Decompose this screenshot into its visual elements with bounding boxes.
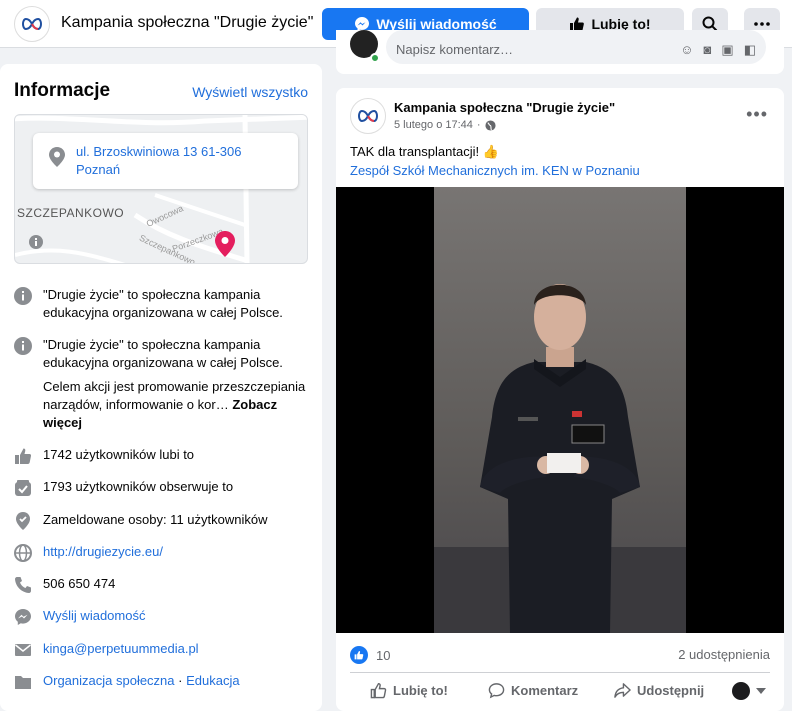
comment-placeholder: Napisz komentarz… — [396, 42, 514, 57]
post-author-name[interactable]: Kampania społeczna "Drugie życie" — [394, 100, 615, 115]
sticker-icon[interactable]: ◧ — [744, 42, 756, 58]
post-card: Kampania społeczna "Drugie życie" 5 lute… — [336, 88, 784, 711]
about-text: "Drugie życie" to społeczna kampania edu… — [43, 287, 283, 320]
video-frame — [434, 187, 686, 633]
see-all-link[interactable]: Wyświetl wszystko — [192, 84, 308, 100]
post-message: TAK dla transplantacji! 👍 — [350, 144, 499, 159]
followers-count: 1793 użytkowników obserwuje to — [43, 479, 234, 494]
thumbs-up-icon — [15, 448, 32, 464]
share-button[interactable]: Udostępnij — [614, 682, 704, 699]
like-post-button[interactable]: Lubię to! — [370, 682, 448, 699]
info-card: Informacje Wyświetl wszystko SZCZEPANKOW… — [0, 64, 322, 711]
email-link[interactable]: kinga@perpetuummedia.pl — [43, 640, 308, 658]
folder-icon — [15, 676, 31, 689]
post-text: TAK dla transplantacji! 👍 Zespół Szkół M… — [350, 142, 640, 180]
location-map[interactable]: SZCZEPANKOWO Owocowa Szczepankowo Porzec… — [14, 114, 308, 264]
page-logo[interactable] — [14, 6, 50, 42]
emoji-icon[interactable]: ☺ — [680, 42, 693, 58]
post-actions: Lubię to! Komentarz Udostępnij — [336, 678, 784, 702]
page-title: Kampania społeczna "Drugie życie" — [61, 14, 314, 31]
like-count: 10 — [376, 647, 391, 663]
thumbs-up-outline-icon — [370, 682, 387, 699]
online-status-dot — [370, 53, 380, 63]
shares-count[interactable]: 2 udostępnienia — [678, 647, 770, 662]
category-link[interactable]: Organizacja społeczna — [43, 673, 175, 688]
comment-icon — [488, 683, 505, 699]
website-link[interactable]: http://drugiezycie.eu/ — [43, 543, 308, 561]
person-illustration — [434, 284, 686, 633]
meta-separator: · — [476, 119, 481, 131]
infinity-logo-icon — [22, 17, 42, 31]
like-reaction-icon — [350, 646, 368, 664]
globe-icon — [14, 544, 32, 562]
post-author-avatar[interactable] — [350, 98, 386, 134]
info-icon — [14, 287, 32, 305]
about-text: "Drugie życie" to społeczna kampania edu… — [43, 337, 283, 370]
post-meta: 5 lutego o 17:44 · — [394, 119, 496, 131]
actions-divider — [350, 672, 770, 673]
comment-composer: Napisz komentarz… ☺ ◙ ▣ ◧ — [336, 30, 784, 74]
map-info-icon — [29, 235, 43, 249]
about-more-text: Celem akcji jest promowanie przeszczepia… — [43, 378, 308, 432]
map-district-label: SZCZEPANKOWO — [17, 206, 125, 220]
post-location-link[interactable]: Zespół Szkół Mechanicznych im. KEN w Poz… — [350, 161, 640, 180]
location-pin-icon — [49, 147, 65, 167]
envelope-icon — [15, 644, 31, 656]
like-post-label: Lubię to! — [393, 683, 448, 698]
chevron-down-icon — [756, 688, 766, 694]
phone-number: 506 650 474 — [43, 576, 116, 591]
category-link[interactable]: Edukacja — [186, 673, 239, 688]
infinity-logo-icon — [358, 109, 378, 123]
checkin-pin-icon — [16, 512, 30, 530]
checkins-count: Zameldowane osoby: 11 użytkowników — [43, 512, 268, 527]
post-video[interactable] — [336, 187, 784, 633]
info-icon — [14, 337, 32, 355]
share-icon — [614, 683, 631, 698]
info-title: Informacje — [14, 80, 111, 101]
camera-icon[interactable]: ◙ — [704, 42, 712, 58]
more-dots-icon — [754, 22, 770, 26]
address-line-1: ul. Brzoskwiniowa 13 61-306 — [76, 144, 242, 159]
comment-tools: ☺ ◙ ▣ ◧ — [680, 42, 756, 58]
globe-icon — [485, 119, 496, 131]
follow-icon — [15, 480, 31, 496]
likes-count: 1742 użytkowników lubi to — [43, 447, 195, 462]
share-label: Udostępnij — [637, 683, 705, 698]
phone-icon — [15, 577, 31, 593]
comment-button[interactable]: Komentarz — [488, 682, 578, 699]
comment-label: Komentarz — [511, 683, 579, 698]
category-text: Organizacja społeczna · Edukacja — [43, 672, 308, 690]
reactions-summary[interactable]: 10 — [350, 646, 390, 664]
address-text[interactable]: ul. Brzoskwiniowa 13 61-306 Poznań — [76, 143, 241, 179]
comment-input[interactable]: Napisz komentarz… ☺ ◙ ▣ ◧ — [386, 30, 766, 64]
audience-selector[interactable] — [732, 682, 766, 700]
category-separator: · — [174, 673, 187, 688]
messenger-link[interactable]: Wyślij wiadomość — [43, 607, 308, 625]
map-marker-icon — [215, 231, 235, 257]
gif-icon[interactable]: ▣ — [721, 42, 733, 58]
messenger-icon — [15, 609, 31, 625]
post-date[interactable]: 5 lutego o 17:44 — [394, 119, 473, 131]
address-box[interactable]: ul. Brzoskwiniowa 13 61-306 Poznań — [33, 133, 298, 189]
post-options-button[interactable]: ••• — [746, 104, 768, 125]
address-line-2: Poznań — [76, 162, 121, 177]
account-avatar — [732, 682, 750, 700]
